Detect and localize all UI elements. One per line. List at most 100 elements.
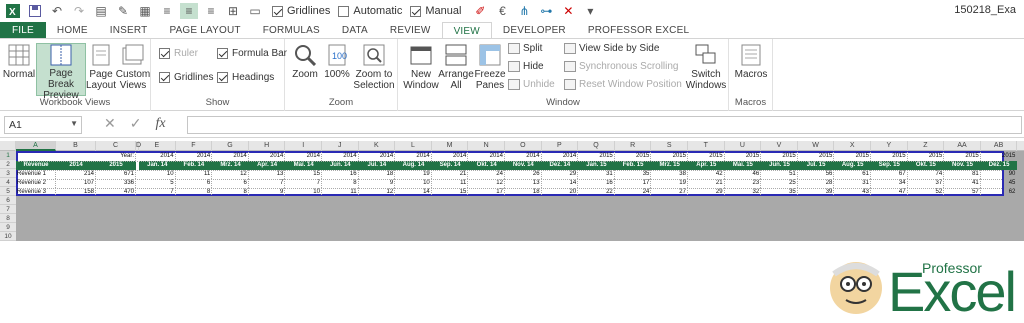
formula-input[interactable] — [187, 116, 1022, 134]
tab-professor-excel[interactable]: PROFESSOR EXCEL — [577, 22, 700, 39]
month-header-cell[interactable]: Feb. 15 — [614, 161, 652, 170]
view-side-by-side-button[interactable]: View Side by Side — [564, 43, 659, 54]
month-header-cell[interactable]: Feb. 14 — [175, 161, 213, 170]
month-header-cell[interactable]: Aug. 15 — [834, 161, 871, 170]
year-cell[interactable]: 2014 — [359, 152, 396, 161]
column-header-y[interactable]: Y — [871, 141, 908, 151]
month-header-cell[interactable]: Mrz. 15 — [651, 161, 688, 170]
month-value-cell[interactable]: 6 — [176, 179, 213, 188]
month-header-cell[interactable]: Jun. 14 — [322, 161, 359, 170]
month-value-cell[interactable]: 13 — [249, 170, 286, 179]
month-value-cell[interactable]: 32 — [725, 188, 762, 197]
align-bottom-icon[interactable]: ≡ — [202, 3, 220, 19]
month-value-cell[interactable]: 81 — [944, 170, 981, 179]
month-value-cell[interactable]: 14 — [395, 188, 432, 197]
month-value-cell[interactable]: 12 — [359, 188, 396, 197]
year-cell[interactable]: 2014 — [285, 152, 322, 161]
month-value-cell[interactable]: 51 — [761, 170, 798, 179]
month-value-cell[interactable]: 56 — [798, 170, 835, 179]
column-header-j[interactable]: J — [322, 141, 359, 151]
revenue-2015-cell[interactable]: 470 — [96, 188, 136, 197]
column-header-c[interactable]: C — [96, 141, 136, 151]
zoom-button[interactable]: Zoom — [291, 43, 319, 80]
month-value-cell[interactable]: 8 — [322, 179, 359, 188]
month-header-cell[interactable]: Jul. 15 — [797, 161, 835, 170]
month-value-cell[interactable]: 45 — [981, 179, 1018, 188]
month-value-cell[interactable]: 26 — [505, 170, 542, 179]
month-header-cell[interactable]: Dez. 14 — [541, 161, 579, 170]
month-value-cell[interactable]: 6 — [212, 179, 249, 188]
insert-function-icon[interactable]: fx — [155, 116, 165, 132]
year-cell[interactable]: 2014 — [322, 152, 359, 161]
column-header-w[interactable]: W — [798, 141, 835, 151]
month-value-cell[interactable]: 10 — [395, 179, 432, 188]
revenue-label-cell[interactable]: Revenue 1 — [16, 170, 56, 179]
month-value-cell[interactable]: 9 — [359, 179, 396, 188]
redo-icon[interactable]: ↷ — [70, 3, 88, 19]
manual-checkbox[interactable] — [410, 5, 422, 17]
month-header-cell[interactable]: Mrz. 14 — [212, 161, 249, 170]
month-value-cell[interactable]: 14 — [542, 179, 579, 188]
month-header-cell[interactable]: Jan. 15 — [578, 161, 615, 170]
column-header-l[interactable]: L — [395, 141, 432, 151]
year-cell[interactable]: 2014 — [542, 152, 579, 161]
column-header-o[interactable]: O — [505, 141, 542, 151]
zoom-100-button[interactable]: 100 100% — [323, 43, 351, 80]
column-header-a[interactable]: A — [16, 141, 56, 151]
month-value-cell[interactable]: 29 — [688, 188, 725, 197]
month-header-cell[interactable]: Jan. 14 — [139, 161, 176, 170]
year-cell[interactable]: 2015 — [798, 152, 835, 161]
month-header-cell[interactable]: Apr. 14 — [248, 161, 286, 170]
month-header-cell[interactable]: Jun. 15 — [761, 161, 798, 170]
month-header-cell[interactable]: Aug. 14 — [395, 161, 432, 170]
year-cell[interactable]: 2014 — [212, 152, 249, 161]
row-header-2[interactable]: 2 — [0, 160, 16, 169]
column-header-m[interactable]: M — [432, 141, 469, 151]
undo-icon[interactable]: ↶ — [48, 3, 66, 19]
month-header-cell[interactable]: Mai. 15 — [724, 161, 762, 170]
worksheet-grid[interactable]: A B C D E F G H I J K L M N O P Q R S T U V W X Y Z AA AB 123456789… — [0, 141, 1024, 241]
gridlines-show-toggle[interactable]: Gridlines — [159, 72, 213, 83]
month-value-cell[interactable]: 19 — [395, 170, 432, 179]
column-header-aa[interactable]: AA — [944, 141, 981, 151]
month-value-cell[interactable]: 11 — [322, 188, 359, 197]
month-value-cell[interactable]: 20 — [542, 188, 579, 197]
month-value-cell[interactable]: 42 — [688, 170, 725, 179]
unhide-button[interactable]: Unhide — [508, 79, 555, 90]
formula-bar-checkbox[interactable] — [217, 48, 228, 59]
row-header-7[interactable]: 7 — [0, 205, 16, 214]
year-cell[interactable]: 2014 — [432, 152, 469, 161]
month-header-cell[interactable]: Apr. 15 — [688, 161, 725, 170]
ruler-toggle[interactable]: Ruler — [159, 48, 198, 59]
month-value-cell[interactable]: 39 — [798, 188, 835, 197]
column-header-f[interactable]: F — [176, 141, 213, 151]
month-value-cell[interactable]: 35 — [615, 170, 652, 179]
year-cell[interactable]: 2015 — [944, 152, 981, 161]
month-value-cell[interactable]: 28 — [798, 179, 835, 188]
headings-checkbox[interactable] — [217, 72, 228, 83]
column-header-i[interactable]: I — [285, 141, 322, 151]
hide-button[interactable]: Hide — [508, 61, 544, 72]
month-header-cell[interactable]: Sep. 15 — [871, 161, 908, 170]
headings-toggle[interactable]: Headings — [217, 72, 274, 83]
month-header-cell[interactable]: Okt. 15 — [907, 161, 945, 170]
align-top-icon[interactable]: ≡ — [158, 3, 176, 19]
reset-window-position-button[interactable]: Reset Window Position — [564, 79, 682, 90]
format-painter-icon[interactable]: ✎ — [114, 3, 132, 19]
month-value-cell[interactable]: 46 — [725, 170, 762, 179]
gridlines-toggle[interactable]: Gridlines — [272, 5, 330, 17]
revenue-label-cell[interactable]: Revenue 3 — [16, 188, 56, 197]
month-value-cell[interactable]: 7 — [249, 179, 286, 188]
macros-button[interactable]: Macros — [735, 43, 767, 80]
ruler-checkbox[interactable] — [159, 48, 170, 59]
row-header-9[interactable]: 9 — [0, 223, 16, 232]
month-header-cell[interactable]: Nov. 14 — [505, 161, 542, 170]
month-value-cell[interactable]: 31 — [834, 179, 871, 188]
month-value-cell[interactable]: 18 — [505, 188, 542, 197]
revenue-label-cell[interactable]: Revenue 2 — [16, 179, 56, 188]
row-header-10[interactable]: 10 — [0, 232, 16, 241]
month-value-cell[interactable]: 17 — [468, 188, 505, 197]
month-value-cell[interactable]: 7 — [139, 188, 176, 197]
month-value-cell[interactable]: 10 — [285, 188, 322, 197]
column-header-r[interactable]: R — [615, 141, 652, 151]
